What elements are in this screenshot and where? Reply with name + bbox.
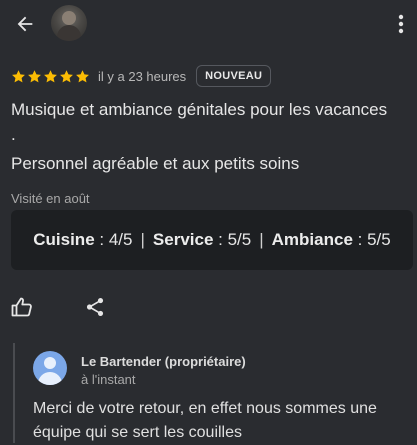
more-options-button[interactable] xyxy=(393,12,409,36)
review-text: Musique et ambiance génitales pour les v… xyxy=(11,97,411,176)
share-button[interactable] xyxy=(84,296,106,318)
service-score: : 5/5 xyxy=(218,230,252,249)
service-label: Service xyxy=(152,230,214,249)
separator: | xyxy=(140,230,145,249)
star-icon xyxy=(60,69,73,82)
review-text-line: Musique et ambiance génitales pour les v… xyxy=(11,100,388,119)
food-score: : 4/5 xyxy=(99,230,133,249)
ambiance-label: Ambiance xyxy=(271,230,353,249)
arrow-left-icon xyxy=(17,16,33,32)
star-rating xyxy=(11,69,90,84)
star-icon xyxy=(76,69,89,82)
share-icon xyxy=(86,298,104,316)
new-badge: NOUVEAU xyxy=(196,65,272,87)
star-icon xyxy=(28,69,41,82)
ambiance-score: : 5/5 xyxy=(357,230,391,249)
like-button[interactable] xyxy=(10,295,36,319)
avatar-head xyxy=(62,11,76,25)
review-time: il y a 23 heures xyxy=(98,68,187,84)
review-text-line: . xyxy=(11,125,16,144)
owner-reply-time: à l'instant xyxy=(81,372,136,387)
owner-reply: Le Bartender (propriétaire) à l'instant … xyxy=(13,343,417,443)
owner-reply-text: Merci de votre retour, en effet nous som… xyxy=(33,400,377,441)
separator: | xyxy=(259,230,264,249)
food-label: Cuisine xyxy=(33,230,95,249)
more-vert-icon xyxy=(398,14,404,34)
avatar-body xyxy=(38,372,62,385)
rating-row: il y a 23 heures NOUVEAU xyxy=(11,65,272,87)
avatar-body xyxy=(57,25,81,41)
star-icon xyxy=(12,69,25,82)
thumb-up-icon xyxy=(11,297,32,317)
star-icon xyxy=(44,69,57,82)
review-text-line: Personnel agréable et aux petits soins xyxy=(11,154,300,173)
avatar-head xyxy=(44,357,56,369)
visit-date: Visité en août xyxy=(11,191,90,206)
top-bar xyxy=(0,0,417,48)
sub-ratings-card: Cuisine : 4/5 | Service : 5/5 | Ambiance… xyxy=(11,210,413,270)
owner-avatar xyxy=(33,351,67,385)
back-button[interactable] xyxy=(10,10,40,38)
owner-name: Le Bartender (propriétaire) xyxy=(81,354,246,369)
reviewer-avatar[interactable] xyxy=(51,5,87,41)
